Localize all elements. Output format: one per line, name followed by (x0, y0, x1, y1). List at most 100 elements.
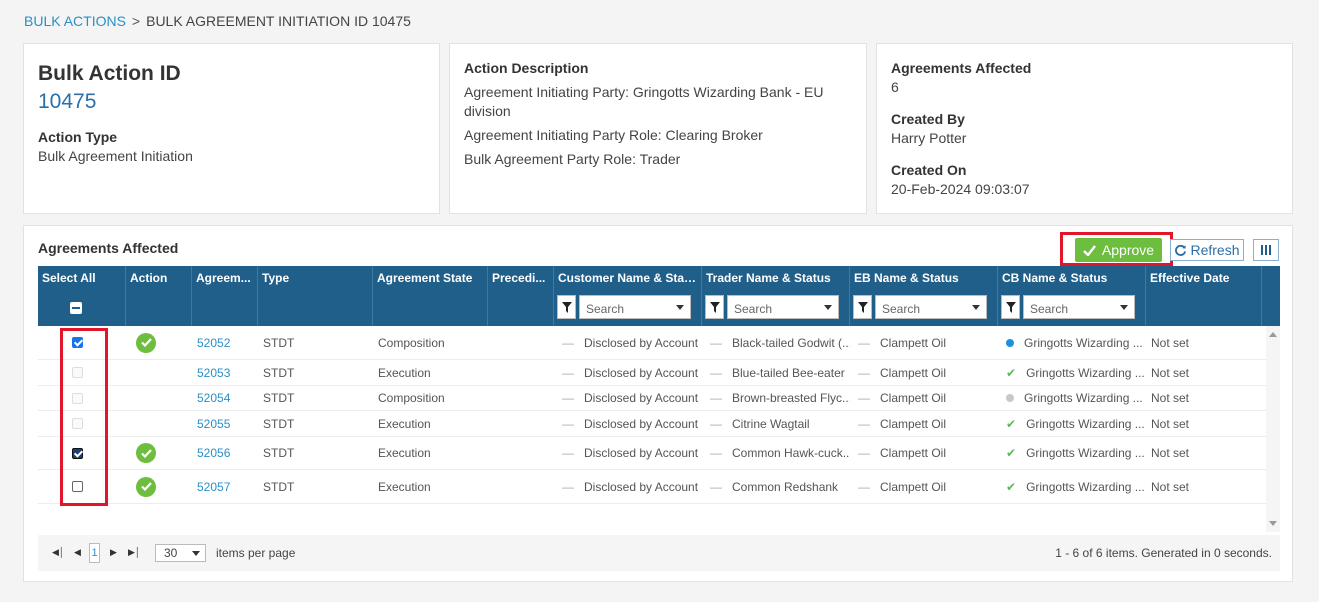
cb-name: Gringotts Wizarding ... (1026, 365, 1145, 380)
effective-date-cell: Not set (1151, 416, 1190, 431)
items-per-page-label: items per page (216, 546, 296, 560)
table-row[interactable]: 52057 STDT Execution — Disclosed by Account —… (38, 470, 1266, 504)
check-icon: ✔ (1006, 446, 1017, 460)
action-cell (126, 470, 192, 503)
vertical-scrollbar[interactable] (1266, 326, 1280, 532)
prev-page-icon[interactable]: ◀ (74, 547, 81, 558)
customer-name: Disclosed by Account (584, 365, 699, 380)
customer-cell: — Disclosed by Account (554, 437, 702, 469)
agreement-id-link[interactable]: 52052 (192, 326, 258, 359)
status-dash-icon: — (858, 446, 870, 460)
page-size-select[interactable]: 30 (155, 544, 206, 562)
column-header-customer[interactable]: Customer Name & Status Search (554, 266, 702, 326)
summary-card: Bulk Action ID 10475 Action Type Bulk Ag… (23, 43, 440, 214)
current-page-button[interactable]: 1 (89, 543, 100, 563)
refresh-button[interactable]: Refresh (1170, 239, 1244, 261)
column-header-cb[interactable]: CB Name & Status Search (998, 266, 1146, 326)
table-row[interactable]: 52054 STDT Composition — Disclosed by Accoun… (38, 386, 1266, 411)
effective-date-cell: Not set (1151, 479, 1190, 494)
trader-name: Blue-tailed Bee-eater (732, 365, 845, 380)
action-type-value: Bulk Agreement Initiation (38, 148, 193, 164)
select-column-highlight-box (60, 328, 108, 506)
action-cell (126, 326, 192, 359)
eb-name: Clampett Oil (880, 391, 947, 405)
approve-button[interactable]: Approve (1075, 238, 1162, 262)
column-header-action[interactable]: Action (126, 266, 192, 326)
next-page-icon[interactable]: ▶ (110, 547, 117, 558)
first-page-icon[interactable]: ◀│ (52, 547, 65, 558)
chevron-down-icon (192, 551, 200, 556)
state-cell: Execution (378, 416, 431, 431)
select-all-checkbox[interactable] (70, 302, 82, 314)
agreements-panel: Agreements Affected Approve Refresh Sele… (23, 225, 1293, 582)
column-header-select-all[interactable]: Select All (38, 266, 126, 326)
eb-name: Clampett Oil (880, 335, 947, 350)
status-dash-icon: — (710, 446, 722, 460)
check-icon: ✔ (1006, 365, 1017, 380)
type-cell: STDT (263, 335, 295, 350)
preceding-cell (488, 326, 554, 359)
trader-cell: — Brown-breasted Flyc... (702, 386, 850, 410)
column-header-type[interactable]: Type (258, 266, 373, 326)
breadcrumb: BULK ACTIONS > BULK AGREEMENT INITIATION I… (24, 13, 411, 29)
column-header-agreement[interactable]: Agreem... (192, 266, 258, 326)
last-page-icon[interactable]: ▶│ (128, 547, 141, 558)
scroll-up-icon[interactable] (1269, 332, 1277, 337)
action-cell (126, 437, 192, 469)
filter-icon[interactable] (853, 295, 872, 319)
trader-cell: — Blue-tailed Bee-eater (702, 360, 850, 385)
preceding-cell (488, 411, 554, 436)
column-chooser-button[interactable] (1253, 239, 1279, 261)
check-icon: ✔ (1006, 479, 1017, 494)
status-dot-icon (1006, 338, 1014, 347)
action-cell (126, 411, 192, 436)
status-dash-icon: — (710, 335, 722, 350)
agreement-id-link[interactable]: 52053 (192, 360, 258, 385)
agreement-id-link[interactable]: 52056 (192, 437, 258, 469)
customer-cell: — Disclosed by Account (554, 470, 702, 503)
column-header-trader[interactable]: Trader Name & Status Search (702, 266, 850, 326)
state-cell: Execution (378, 365, 431, 380)
agreement-id-link[interactable]: 52057 (192, 470, 258, 503)
filter-icon[interactable] (557, 295, 576, 319)
trader-name: Common Hawk-cuck... (732, 446, 850, 460)
breadcrumb-link-bulk-actions[interactable]: BULK ACTIONS (24, 13, 126, 29)
agreement-id-link[interactable]: 52055 (192, 411, 258, 436)
approved-check-icon (136, 476, 156, 497)
action-cell (126, 386, 192, 410)
customer-search-input[interactable]: Search (579, 295, 691, 319)
scroll-down-icon[interactable] (1269, 521, 1277, 526)
approved-check-icon (136, 332, 156, 353)
type-cell: STDT (263, 391, 295, 405)
created-by-value: Harry Potter (891, 130, 967, 146)
agreement-id-link[interactable]: 52054 (192, 386, 258, 410)
table-row[interactable]: 52053 STDT Execution — Disclosed by Account —… (38, 360, 1266, 386)
preceding-cell (488, 360, 554, 385)
status-dash-icon: — (858, 479, 870, 494)
table-row[interactable]: 52052 STDT Composition — Disclosed by Accoun… (38, 326, 1266, 360)
status-dash-icon: — (562, 446, 574, 460)
status-dash-icon: — (858, 365, 870, 380)
trader-search-input[interactable]: Search (727, 295, 839, 319)
cb-name: Gringotts Wizarding ... (1026, 446, 1145, 460)
type-cell: STDT (263, 416, 295, 431)
cb-search-input[interactable]: Search (1023, 295, 1135, 319)
effective-date-cell: Not set (1151, 446, 1190, 460)
table-row[interactable]: 52055 STDT Execution — Disclosed by Account —… (38, 411, 1266, 437)
refresh-label: Refresh (1190, 242, 1240, 258)
column-header-preceding[interactable]: Precedi... (488, 266, 554, 326)
column-header-eb[interactable]: EB Name & Status Search (850, 266, 998, 326)
trader-name: Common Redshank (732, 479, 839, 494)
filter-icon[interactable] (705, 295, 724, 319)
column-header-agreement-state[interactable]: Agreement State (373, 266, 488, 326)
preceding-cell (488, 386, 554, 410)
cb-cell: ✔ Gringotts Wizarding ... (998, 470, 1146, 503)
table-row[interactable]: 52056 STDT Execution — Disclosed by Account —… (38, 437, 1266, 470)
approved-check-icon (136, 443, 156, 463)
column-header-effective-date[interactable]: Effective Date (1146, 266, 1262, 326)
check-icon (1083, 244, 1096, 256)
eb-search-input[interactable]: Search (875, 295, 987, 319)
cb-name: Gringotts Wizarding ... (1026, 416, 1145, 431)
filter-icon[interactable] (1001, 295, 1020, 319)
status-dash-icon: — (858, 391, 870, 405)
